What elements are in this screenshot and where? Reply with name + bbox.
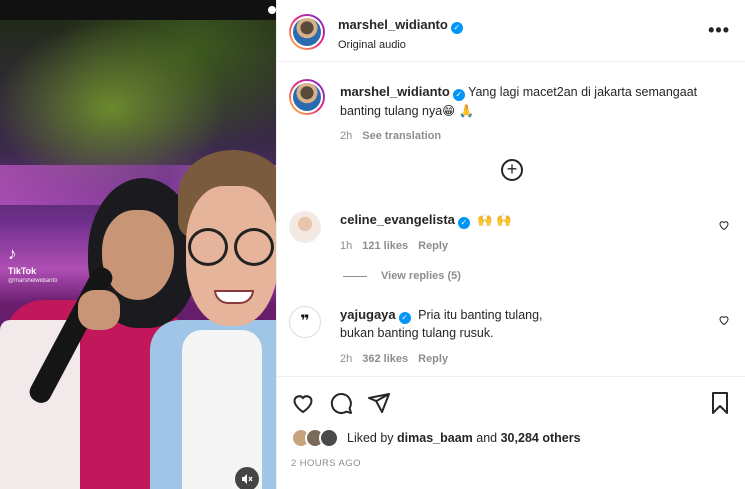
more-horizontal-icon[interactable]: ••• xyxy=(708,20,730,41)
comment-time[interactable]: 1h xyxy=(340,240,352,252)
comment-username[interactable]: celine_evangelista xyxy=(340,212,455,227)
comment-time[interactable]: 2h xyxy=(340,353,352,365)
reply-button[interactable]: Reply xyxy=(418,240,448,252)
bookmark-icon[interactable] xyxy=(709,391,731,420)
post-timestamp[interactable]: 2 HOURS AGO xyxy=(291,458,361,469)
tiktok-watermark: ♪ TikTok @marshelwidianto xyxy=(8,244,58,284)
plus-circle-icon[interactable]: + xyxy=(501,159,523,181)
comment-text: 🙌 🙌 xyxy=(477,213,512,227)
comment-icon[interactable] xyxy=(329,391,353,420)
commenter-avatar[interactable]: ❞ xyxy=(289,306,321,338)
view-replies-link[interactable]: View replies (5) xyxy=(343,270,461,282)
post-media[interactable]: ♪ TikTok @marshelwidianto xyxy=(0,0,276,489)
comment-likes[interactable]: 121 likes xyxy=(362,240,408,252)
author-avatar[interactable] xyxy=(289,14,325,50)
caption-avatar[interactable] xyxy=(289,79,325,115)
likes-summary: Liked by dimas_baam and 30,284 others xyxy=(291,428,731,450)
post-actions xyxy=(277,376,745,424)
post-header: marshel_widianto ✓ Original audio ••• xyxy=(277,0,745,62)
see-translation-link[interactable]: See translation xyxy=(362,130,441,142)
reply-button[interactable]: Reply xyxy=(418,353,448,365)
glasses xyxy=(186,228,276,266)
heart-icon[interactable] xyxy=(291,391,315,420)
comment-like-icon[interactable] xyxy=(718,219,730,234)
verified-badge-icon: ✓ xyxy=(398,312,411,324)
author-username[interactable]: marshel_widianto xyxy=(338,17,448,32)
commenter-avatar[interactable] xyxy=(289,211,321,243)
likes-count[interactable]: 30,284 others xyxy=(501,431,581,445)
media-topbar xyxy=(0,0,276,20)
verified-badge-icon: ✓ xyxy=(452,89,465,101)
caption-time[interactable]: 2h xyxy=(340,130,352,142)
verified-badge-icon: ✓ xyxy=(450,22,463,34)
liked-by-user[interactable]: dimas_baam xyxy=(397,431,473,445)
paper-plane-icon[interactable] xyxy=(367,391,391,420)
comment-username[interactable]: yajugaya xyxy=(340,307,396,322)
post-details-panel: marshel_widianto ✓ Original audio ••• mar… xyxy=(276,0,745,489)
comment-likes[interactable]: 362 likes xyxy=(362,353,408,365)
caption-username[interactable]: marshel_widianto xyxy=(340,84,450,99)
audio-label[interactable]: Original audio xyxy=(338,39,463,51)
verified-badge-icon: ✓ xyxy=(457,217,470,229)
comment-like-icon[interactable] xyxy=(718,314,730,329)
liker-avatars[interactable] xyxy=(291,428,343,450)
tiktok-logo-icon: ♪ xyxy=(8,244,17,263)
speaker-muted-icon[interactable] xyxy=(235,467,259,489)
